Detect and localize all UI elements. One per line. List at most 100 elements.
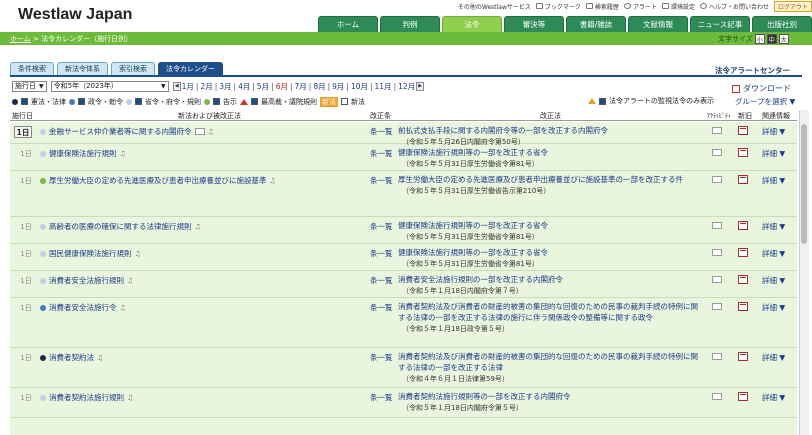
row-jo-link[interactable]: 条一覧 xyxy=(370,148,393,159)
bell-icon[interactable]: ♫ xyxy=(120,150,126,158)
ministerial-checkbox[interactable] xyxy=(135,98,142,105)
activity-icon[interactable] xyxy=(712,222,722,231)
row-jo-link[interactable]: 条一覧 xyxy=(370,392,393,403)
row-title-link[interactable]: 消費者契約法 ♫ xyxy=(40,352,103,363)
monitor-checkbox[interactable] xyxy=(599,97,606,105)
activity-icon[interactable] xyxy=(712,393,722,402)
nav-tab-6[interactable]: ニュース記事 xyxy=(690,16,750,32)
month-link-11[interactable]: 11月 xyxy=(374,81,393,92)
activity-icon[interactable] xyxy=(712,353,722,362)
law-checkbox[interactable] xyxy=(21,98,28,105)
row-jo-link[interactable]: 条一覧 xyxy=(370,248,393,259)
history-link[interactable]: 検索履歴 xyxy=(585,2,619,11)
row-amend-link[interactable]: 消費者安全法施行規則の一部を改正する内閣府令 xyxy=(398,275,563,284)
row-jo-link[interactable]: 条一覧 xyxy=(370,126,393,137)
nav-tab-7[interactable]: 出版社別 xyxy=(752,16,812,32)
row-title-link[interactable]: 健康保険法施行規則 ♫ xyxy=(40,148,126,159)
activity-icon[interactable] xyxy=(712,127,722,136)
comparison-table-icon[interactable] xyxy=(738,302,748,313)
subtab-2[interactable]: 索引検索 xyxy=(111,62,155,75)
memo-icon[interactable] xyxy=(194,128,205,135)
row-detail-link[interactable]: 詳細 ▼ xyxy=(762,148,785,159)
next-month-button[interactable]: ▶ xyxy=(416,81,425,91)
comparison-table-icon[interactable] xyxy=(738,275,748,286)
comparison-table-icon[interactable] xyxy=(738,148,748,159)
logout-button[interactable]: ログアウト xyxy=(773,0,812,12)
nav-tab-0[interactable]: ホーム xyxy=(318,16,378,32)
row-amend-link[interactable]: 健康保険法施行規則等の一部を改正する省令 xyxy=(398,248,548,257)
row-jo-link[interactable]: 条一覧 xyxy=(370,221,393,232)
row-amend-link[interactable]: 健康保険法施行規則等の一部を改正する省令 xyxy=(398,148,548,157)
download-button[interactable]: ダウンロード xyxy=(732,83,791,94)
bell-icon[interactable]: ♫ xyxy=(195,223,201,231)
ordinance-checkbox[interactable] xyxy=(78,98,85,105)
month-link-10[interactable]: 10月 xyxy=(350,81,369,92)
nav-tab-2[interactable]: 法令 xyxy=(442,16,502,32)
comparison-table-icon[interactable] xyxy=(738,392,748,403)
nav-tab-1[interactable]: 判例 xyxy=(380,16,440,32)
row-jo-link[interactable]: 条一覧 xyxy=(370,302,393,313)
comparison-table-icon[interactable] xyxy=(738,126,748,137)
nav-tab-4[interactable]: 書籍/雑誌 xyxy=(566,16,626,32)
row-amend-link[interactable]: 消費者契約法及び消費者の財産的被害の集団的な回復のための民事の裁判手続の特例に関… xyxy=(398,352,698,372)
row-jo-link[interactable]: 条一覧 xyxy=(370,275,393,286)
comparison-table-icon[interactable] xyxy=(738,352,748,363)
activity-icon[interactable] xyxy=(712,249,722,258)
font-size-large-button[interactable]: 大 xyxy=(778,34,789,44)
row-detail-link[interactable]: 詳細 ▼ xyxy=(762,392,785,403)
month-link-8[interactable]: 8月 xyxy=(312,81,326,92)
row-title-link[interactable]: 消費者契約法施行規則 ♫ xyxy=(40,392,133,403)
month-link-3[interactable]: 3月 xyxy=(218,81,232,92)
comparison-table-icon[interactable] xyxy=(738,175,748,186)
row-detail-link[interactable]: 詳細 ▼ xyxy=(762,221,785,232)
bookmark-link[interactable]: ブックマーク xyxy=(535,2,581,11)
mode-select[interactable]: 施行日 ▼ xyxy=(12,80,47,92)
row-amend-link[interactable]: 前払式支払手段に関する内閣府令等の一部を改正する内閣府令 xyxy=(398,126,608,135)
help-link[interactable]: ヘルプ・お問い合わせ xyxy=(699,2,769,11)
row-detail-link[interactable]: 詳細 ▼ xyxy=(762,275,785,286)
court-checkbox[interactable] xyxy=(251,98,258,105)
row-title-link[interactable]: 消費者安全法施行令 ♫ xyxy=(40,302,126,313)
group-select-link[interactable]: グループを選択 ▼ xyxy=(735,96,795,107)
row-title-link[interactable]: 高齢者の医療の確保に関する法律施行規則 ♫ xyxy=(40,221,201,232)
alert-link[interactable]: アラート xyxy=(623,2,657,11)
month-link-2[interactable]: 2月 xyxy=(199,81,213,92)
font-size-medium-button[interactable]: 中 xyxy=(766,34,777,44)
comparison-table-icon[interactable] xyxy=(738,248,748,259)
month-link-9[interactable]: 9月 xyxy=(331,81,345,92)
row-detail-link[interactable]: 詳細 ▼ xyxy=(762,302,785,313)
prev-month-button[interactable]: ◀ xyxy=(172,81,181,91)
row-detail-link[interactable]: 詳細 ▼ xyxy=(762,126,785,137)
activity-icon[interactable] xyxy=(712,176,722,185)
year-select[interactable]: 令和5年（2023年） ▼ xyxy=(50,80,169,92)
new-law-checkbox[interactable] xyxy=(341,98,348,105)
subtab-3[interactable]: 法令カレンダー xyxy=(158,62,223,75)
subtab-1[interactable]: 新法令体系 xyxy=(57,62,108,75)
other-services-link[interactable]: その他のWestlawサービス xyxy=(458,2,531,11)
activity-icon[interactable] xyxy=(712,303,722,312)
month-link-1[interactable]: 1月 xyxy=(181,81,195,92)
activity-icon[interactable] xyxy=(712,276,722,285)
breadcrumb-home-link[interactable]: ホーム xyxy=(10,35,31,43)
font-size-small-button[interactable]: 小 xyxy=(754,34,765,44)
month-link-4[interactable]: 4月 xyxy=(237,81,251,92)
bell-icon[interactable]: ♫ xyxy=(208,128,214,136)
alert-center-link[interactable]: 法令アラートセンター xyxy=(715,65,790,76)
scrollbar-thumb[interactable] xyxy=(801,124,807,244)
row-amend-link[interactable]: 消費者契約法施行規則等の一部を改正する内閣府令 xyxy=(398,392,571,401)
bell-icon[interactable]: ♫ xyxy=(97,354,103,362)
row-title-link[interactable]: 金融サービス仲介業者等に関する内閣府令 ♫ xyxy=(40,126,214,137)
settings-link[interactable]: 環境設定 xyxy=(661,2,695,11)
nav-tab-5[interactable]: 文献情報 xyxy=(628,16,688,32)
notice-checkbox[interactable] xyxy=(213,98,220,105)
bell-icon[interactable]: ♫ xyxy=(270,177,276,185)
subtab-0[interactable]: 条件検索 xyxy=(10,62,54,75)
row-title-link[interactable]: 国民健康保険法施行規則 ♫ xyxy=(40,248,141,259)
row-detail-link[interactable]: 詳細 ▼ xyxy=(762,248,785,259)
row-detail-link[interactable]: 詳細 ▼ xyxy=(762,352,785,363)
activity-icon[interactable] xyxy=(712,149,722,158)
month-link-5[interactable]: 5月 xyxy=(256,81,270,92)
row-amend-link[interactable]: 消費者契約法及び消費者の財産的被害の集団的な回復のための民事の裁判手続の特例に関… xyxy=(398,302,698,322)
row-jo-link[interactable]: 条一覧 xyxy=(370,175,393,186)
row-title-link[interactable]: 消費者安全法施行規則 ♫ xyxy=(40,275,133,286)
